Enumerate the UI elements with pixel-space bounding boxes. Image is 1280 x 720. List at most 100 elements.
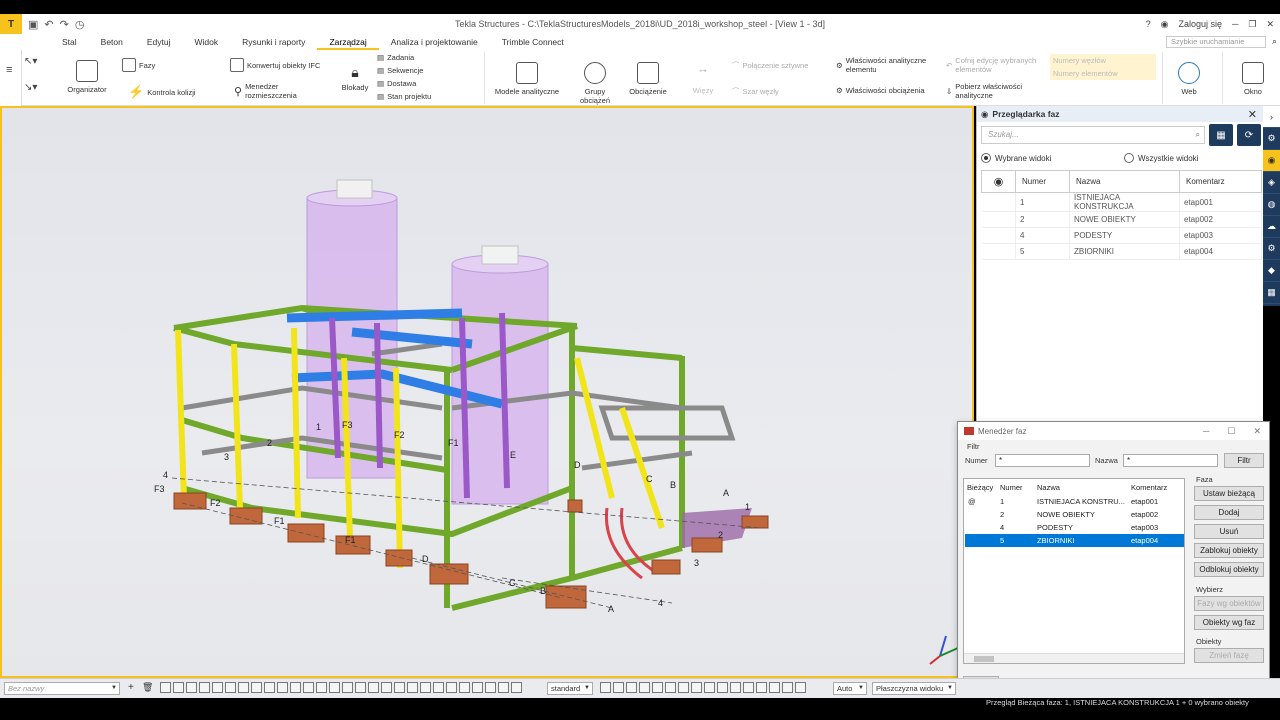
stan-projektu-button[interactable]: ▤ Stan projektu xyxy=(377,92,431,101)
numer-filter-input[interactable]: * xyxy=(995,454,1090,467)
pobierz-wlasciwosci-button[interactable]: ⇩ Pobierz właściwości analityczne xyxy=(946,82,1035,100)
snap-ext-icon[interactable] xyxy=(678,682,689,693)
snap-offset-icon[interactable] xyxy=(704,682,715,693)
list-item[interactable]: 4 PODESTY etap003 xyxy=(965,521,1184,534)
grupy-obciazen-button[interactable]: Grupy obciążeń xyxy=(575,62,615,105)
snap-perp-icon[interactable] xyxy=(420,682,431,693)
settings-icon[interactable]: ⚙ xyxy=(1263,238,1280,260)
column-header[interactable]: Komentarz xyxy=(1179,170,1262,193)
properties-icon[interactable]: ⚙ xyxy=(1263,128,1280,150)
select-assembly-icon[interactable] xyxy=(186,682,197,693)
table-row[interactable]: 5 ZBIORNIKI etap004 xyxy=(981,243,1262,260)
maximize-icon[interactable]: ☐ xyxy=(1227,426,1235,437)
list-item-selected[interactable]: 5 ZBIORNIKI etap004 xyxy=(965,534,1184,547)
snap-par-icon[interactable] xyxy=(691,682,702,693)
snap-override-icon[interactable] xyxy=(613,682,624,693)
object-icon[interactable]: ◈ xyxy=(1263,172,1280,194)
phase-browser-tab-icon[interactable]: ◉ xyxy=(1263,150,1280,172)
cloud-icon[interactable]: ☁ xyxy=(1263,216,1280,238)
column-header[interactable]: Nazwa xyxy=(1037,483,1060,492)
tab-edytuj[interactable]: Edytuj xyxy=(135,34,183,50)
close-icon[interactable]: ✕ xyxy=(1253,426,1261,437)
konwertuj-ifc-button[interactable]: Konwertuj obiekty IFC xyxy=(230,58,320,72)
radio-selected-views[interactable]: Wybrane widoki xyxy=(981,153,1051,163)
user-icon[interactable]: ◉ xyxy=(1161,19,1169,30)
snap-grid-icon[interactable] xyxy=(472,682,483,693)
undo-icon[interactable]: ↶ xyxy=(44,18,53,31)
okno-button[interactable]: Okno xyxy=(1236,62,1270,96)
snap-ref-icon[interactable] xyxy=(485,682,496,693)
quick-launch-input[interactable]: Szybkie uruchamianie xyxy=(1166,36,1266,48)
close-icon[interactable]: ✕ xyxy=(1248,108,1257,121)
horizontal-scrollbar[interactable] xyxy=(964,653,1184,663)
redo-icon[interactable]: ↷ xyxy=(60,18,69,31)
column-header[interactable]: Bieżący xyxy=(967,483,993,492)
filter-button[interactable]: Filtr xyxy=(1224,453,1264,468)
select-bolt-icon[interactable] xyxy=(277,682,288,693)
table-row[interactable]: 4 PODESTY etap003 xyxy=(981,227,1262,244)
snap-mid-icon[interactable] xyxy=(381,682,392,693)
history-icon[interactable]: ◷ xyxy=(75,18,85,31)
lock-objects-button[interactable]: Zablokuj obiekty xyxy=(1194,543,1264,558)
search-icon[interactable]: ⌕ xyxy=(1272,36,1277,47)
select-weld-icon[interactable] xyxy=(264,682,275,693)
dostawa-button[interactable]: ▤ Dostawa xyxy=(377,79,416,88)
snap-end-icon[interactable] xyxy=(368,682,379,693)
visibility-column-header[interactable]: ◉ xyxy=(981,170,1016,193)
cube-icon[interactable]: ◆ xyxy=(1263,260,1280,282)
refresh-button[interactable]: ⟳ xyxy=(1237,124,1261,146)
login-link[interactable]: Zaloguj się xyxy=(1178,19,1222,29)
model-3d-drawing[interactable]: 4 F3 F2 F1 F1 F2 F3 F1 D C B A E D C B A… xyxy=(2,108,972,676)
snap-geom-icon[interactable] xyxy=(498,682,509,693)
select-grid-icon[interactable] xyxy=(212,682,223,693)
menedzer-rozmieszczenia-button[interactable]: ⚲ Menedżer rozmieszczenia xyxy=(234,82,305,100)
blokady-button[interactable]: 🔒︎ Blokady xyxy=(338,64,372,92)
snap-zoom-icon[interactable] xyxy=(511,682,522,693)
unlock-objects-button[interactable]: Odblokuj obiekty xyxy=(1194,562,1264,577)
select-surface-icon[interactable] xyxy=(303,682,314,693)
change-phase-button[interactable]: Zmień fazę xyxy=(1194,648,1264,663)
web-button[interactable]: Web xyxy=(1172,62,1206,96)
phase-search-input[interactable]: Szukaj... ⌕ xyxy=(981,126,1205,144)
snap-tangent-icon[interactable] xyxy=(665,682,676,693)
snap-plane-icon[interactable] xyxy=(782,682,793,693)
tab-analiza[interactable]: Analiza i projektowanie xyxy=(379,34,490,50)
select-rebar-icon[interactable] xyxy=(290,682,301,693)
grid-icon[interactable]: ▦ xyxy=(1263,282,1280,304)
select-line-icon[interactable] xyxy=(238,682,249,693)
nazwa-filter-input[interactable]: * xyxy=(1123,454,1218,467)
zadania-button[interactable]: ▤ Zadania xyxy=(377,53,414,62)
tab-rysunki[interactable]: Rysunki i raporty xyxy=(230,34,317,50)
phases-by-objects-button[interactable]: Fazy wg obiektów xyxy=(1194,596,1264,611)
tab-stal[interactable]: Stal xyxy=(50,34,89,50)
table-row[interactable]: 1 ISTNIEJACA KONSTRUKCJA etap001 xyxy=(981,192,1262,212)
numery-elementow-toggle[interactable]: Numery elementów xyxy=(1050,67,1156,80)
select-view-icon[interactable] xyxy=(225,682,236,693)
snap-auto-icon[interactable] xyxy=(795,682,806,693)
model-viewport-3d[interactable]: 4 F3 F2 F1 F1 F2 F3 F1 D C B A E D C B A… xyxy=(0,106,974,678)
scrollbar-thumb[interactable] xyxy=(974,656,994,662)
sekwencje-button[interactable]: ▤ Sekwencje xyxy=(377,66,423,75)
numery-wezlow-toggle[interactable]: Numery węzłów xyxy=(1050,54,1156,67)
column-header[interactable]: Numer xyxy=(1000,483,1023,492)
list-item[interactable]: 2 NOWE OBIEKTY etap002 xyxy=(965,508,1184,521)
polaczenie-sztywne-button[interactable]: ⌒ Połączenie sztywne xyxy=(732,60,808,71)
select-point-icon[interactable] xyxy=(251,682,262,693)
delete-button[interactable]: Usuń xyxy=(1194,524,1264,539)
snap-depth-icon[interactable] xyxy=(756,682,767,693)
minimize-icon[interactable]: ─ xyxy=(1203,426,1209,437)
plane-combo[interactable]: Płaszczyzna widoku ▼ xyxy=(872,682,956,695)
obciazenie-button[interactable]: Obciążenie xyxy=(628,62,668,96)
column-header[interactable]: Komentarz xyxy=(1131,483,1167,492)
select-component-icon[interactable] xyxy=(199,682,210,693)
snap-arc-icon[interactable] xyxy=(652,682,663,693)
select-all-icon[interactable] xyxy=(355,682,366,693)
snap-settings-icon[interactable] xyxy=(600,682,611,693)
select-options-icon[interactable]: ↘▾ xyxy=(24,82,37,108)
wlasciwosci-analityczne-button[interactable]: ⚙ Właściwości analityczne elementu xyxy=(836,56,938,74)
menu-icon[interactable]: ≡ xyxy=(6,64,12,76)
add-button[interactable]: Dodaj xyxy=(1194,505,1264,520)
globe-icon[interactable]: ◍ xyxy=(1263,194,1280,216)
close-window-icon[interactable]: ✕ xyxy=(1266,19,1274,30)
objects-by-phases-button[interactable]: Obiekty wg faz xyxy=(1194,615,1264,630)
